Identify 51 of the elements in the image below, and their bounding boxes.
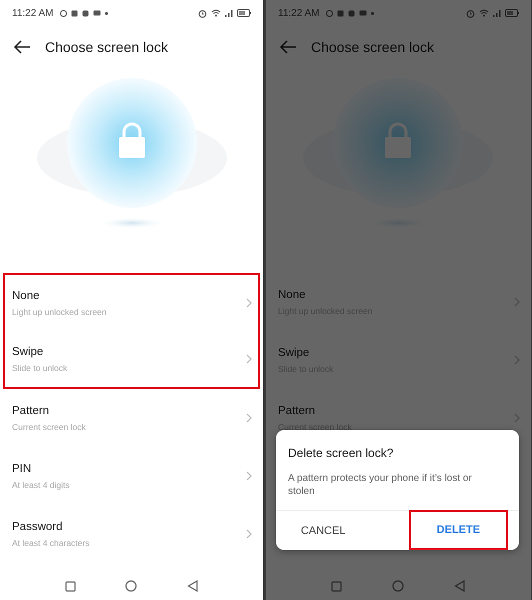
clock-time: 11:22 AM [12, 8, 54, 18]
chevron-right-icon [514, 355, 520, 365]
option-title: PIN [12, 462, 32, 474]
option-title: Password [12, 520, 64, 532]
list-item[interactable]: None Light up unlocked screen [3, 273, 260, 331]
wifi-icon [211, 9, 221, 17]
option-subtitle: At least 4 characters [12, 538, 90, 548]
list-item[interactable]: PIN At least 4 digits [3, 447, 260, 505]
dialog-title: Delete screen lock? [287, 445, 394, 460]
option-title: Swipe [278, 346, 310, 358]
page-title: Choose screen lock [311, 39, 434, 55]
option-subtitle: Light up unlocked screen [12, 306, 107, 316]
back-arrow-icon[interactable] [13, 40, 31, 54]
recent-apps-icon[interactable] [331, 580, 342, 592]
clock-time: 11:22 AM [278, 8, 320, 18]
battery-icon [504, 9, 518, 17]
chevron-right-icon [246, 354, 252, 364]
option-title: Pattern [278, 404, 316, 416]
back-icon[interactable] [454, 580, 466, 592]
chevron-right-icon [246, 413, 252, 423]
chevron-right-icon [514, 413, 520, 423]
option-subtitle: At least 4 digits [12, 480, 70, 490]
page-title: Choose screen lock [45, 39, 168, 55]
list-item[interactable]: Pattern Current screen lock [3, 389, 260, 447]
dot-icon [370, 12, 374, 14]
chevron-right-icon [514, 297, 520, 307]
list-item[interactable]: Password At least 4 characters [3, 505, 260, 563]
delete-button[interactable]: DELETE [409, 510, 508, 550]
alarm-icon [198, 8, 207, 18]
chevron-right-icon [246, 298, 252, 308]
list-item[interactable]: Swipe Slide to unlock [3, 331, 260, 389]
signal-icon [225, 9, 233, 17]
dot-icon [104, 12, 108, 14]
back-icon[interactable] [187, 580, 198, 592]
recent-apps-icon[interactable] [64, 580, 76, 592]
option-title: Pattern [12, 404, 50, 416]
option-title: None [278, 288, 306, 300]
cancel-button[interactable]: CANCEL [276, 511, 370, 550]
home-icon[interactable] [125, 580, 138, 592]
option-title: Swipe [12, 346, 44, 358]
home-icon[interactable] [392, 580, 404, 592]
option-subtitle: Current screen lock [12, 422, 86, 432]
chevron-right-icon [246, 471, 252, 481]
chevron-right-icon [246, 529, 252, 539]
signal-icon [492, 9, 500, 17]
dialog-message: A pattern protects your phone if it’s lost or stolen [287, 472, 473, 498]
alarm-icon [466, 8, 474, 18]
option-title: None [12, 290, 40, 302]
option-subtitle: Slide to unlock [12, 362, 68, 372]
battery-icon [237, 9, 251, 17]
wifi-icon [478, 9, 488, 17]
